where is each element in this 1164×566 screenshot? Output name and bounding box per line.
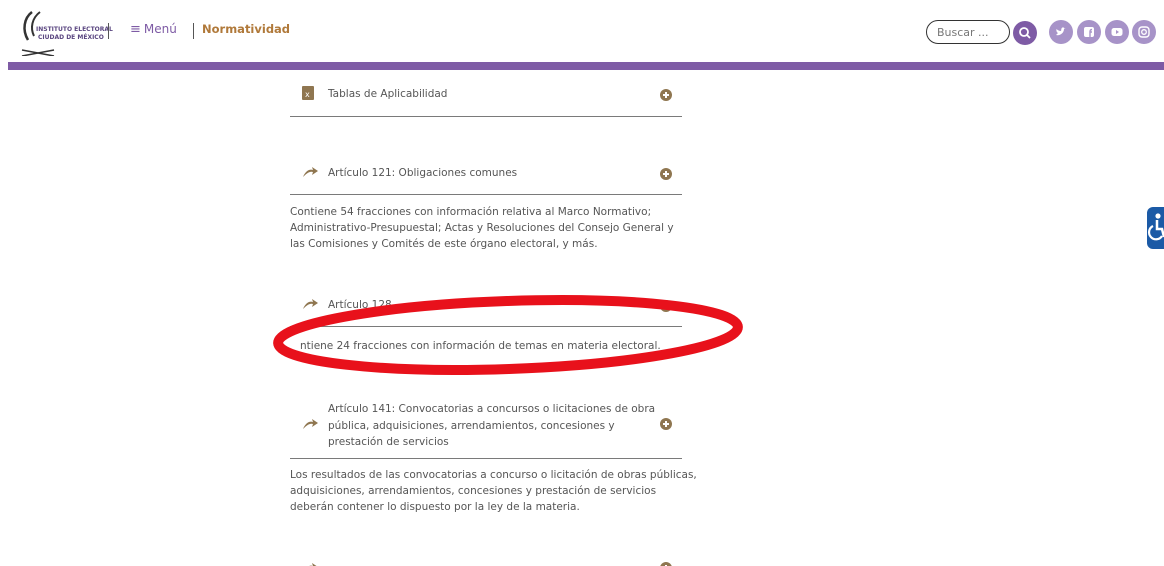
accordion-item-tablas[interactable]: x Tablas de Aplicabilidad [290,82,682,117]
accordion-item-articulo-128[interactable]: Artículo 128 [290,292,682,327]
plus-circle-icon[interactable] [660,418,672,430]
menu-button[interactable]: ≡ Menú [130,22,177,37]
logo-icon[interactable] [18,10,102,56]
header-divider [108,23,109,39]
facebook-glyph [1084,27,1094,37]
accordion-title: Artículo 128 [328,299,392,311]
youtube-icon[interactable] [1105,20,1129,44]
plus-circle-icon[interactable] [660,168,672,180]
facebook-icon[interactable] [1077,20,1101,44]
accordion-description: Los resultados de las convocatorias a co… [290,469,697,513]
accordion-description: Contiene 54 fracciones con información r… [290,206,674,250]
hamburger-icon: ≡ [130,22,141,37]
accordion-title: Tablas de Aplicabilidad [328,88,448,100]
accessibility-button[interactable] [1147,207,1164,249]
instagram-icon[interactable] [1132,20,1156,44]
logo-line1: INSTITUTO ELECTORAL [36,26,113,33]
accordion-item-next[interactable] [290,556,682,566]
excel-file-icon: x [302,86,314,100]
search-button[interactable] [1013,21,1037,45]
plus-circle-icon[interactable] [660,562,672,566]
arrow-icon [303,299,318,309]
normatividad-link[interactable]: Normatividad [202,22,290,36]
search-input[interactable] [926,20,1010,44]
header-accent-bar [8,62,1164,70]
arrow-icon [303,419,318,429]
site-header: INSTITUTO ELECTORAL CIUDAD DE MÉXICO ≡ Me… [0,0,1164,62]
arrow-icon [309,563,317,566]
header-divider [193,23,194,39]
page: INSTITUTO ELECTORAL CIUDAD DE MÉXICO ≡ Me… [0,0,1164,566]
plus-circle-icon[interactable] [660,89,672,101]
twitter-glyph [1056,27,1066,36]
twitter-icon[interactable] [1049,20,1073,44]
instagram-glyph [1138,26,1150,38]
search-icon [1019,27,1031,39]
menu-label: Menú [143,22,177,36]
logo-line2: CIUDAD DE MÉXICO [38,34,104,41]
accordion-description: ntiene 24 fracciones con información de … [300,340,661,352]
accordion-item-articulo-141[interactable]: Artículo 141: Convocatorias a concursos … [290,396,682,459]
plus-circle-icon[interactable] [660,300,672,312]
accessibility-icon [1148,213,1164,241]
youtube-glyph [1111,28,1123,36]
accordion-title: Artículo 121: Obligaciones comunes [328,167,518,179]
svg-text:x: x [305,90,310,99]
arrow-icon [303,167,318,177]
accordion-item-articulo-121[interactable]: Artículo 121: Obligaciones comunes [290,160,682,195]
accordion-title: Artículo 141: Convocatorias a concursos … [328,403,656,448]
